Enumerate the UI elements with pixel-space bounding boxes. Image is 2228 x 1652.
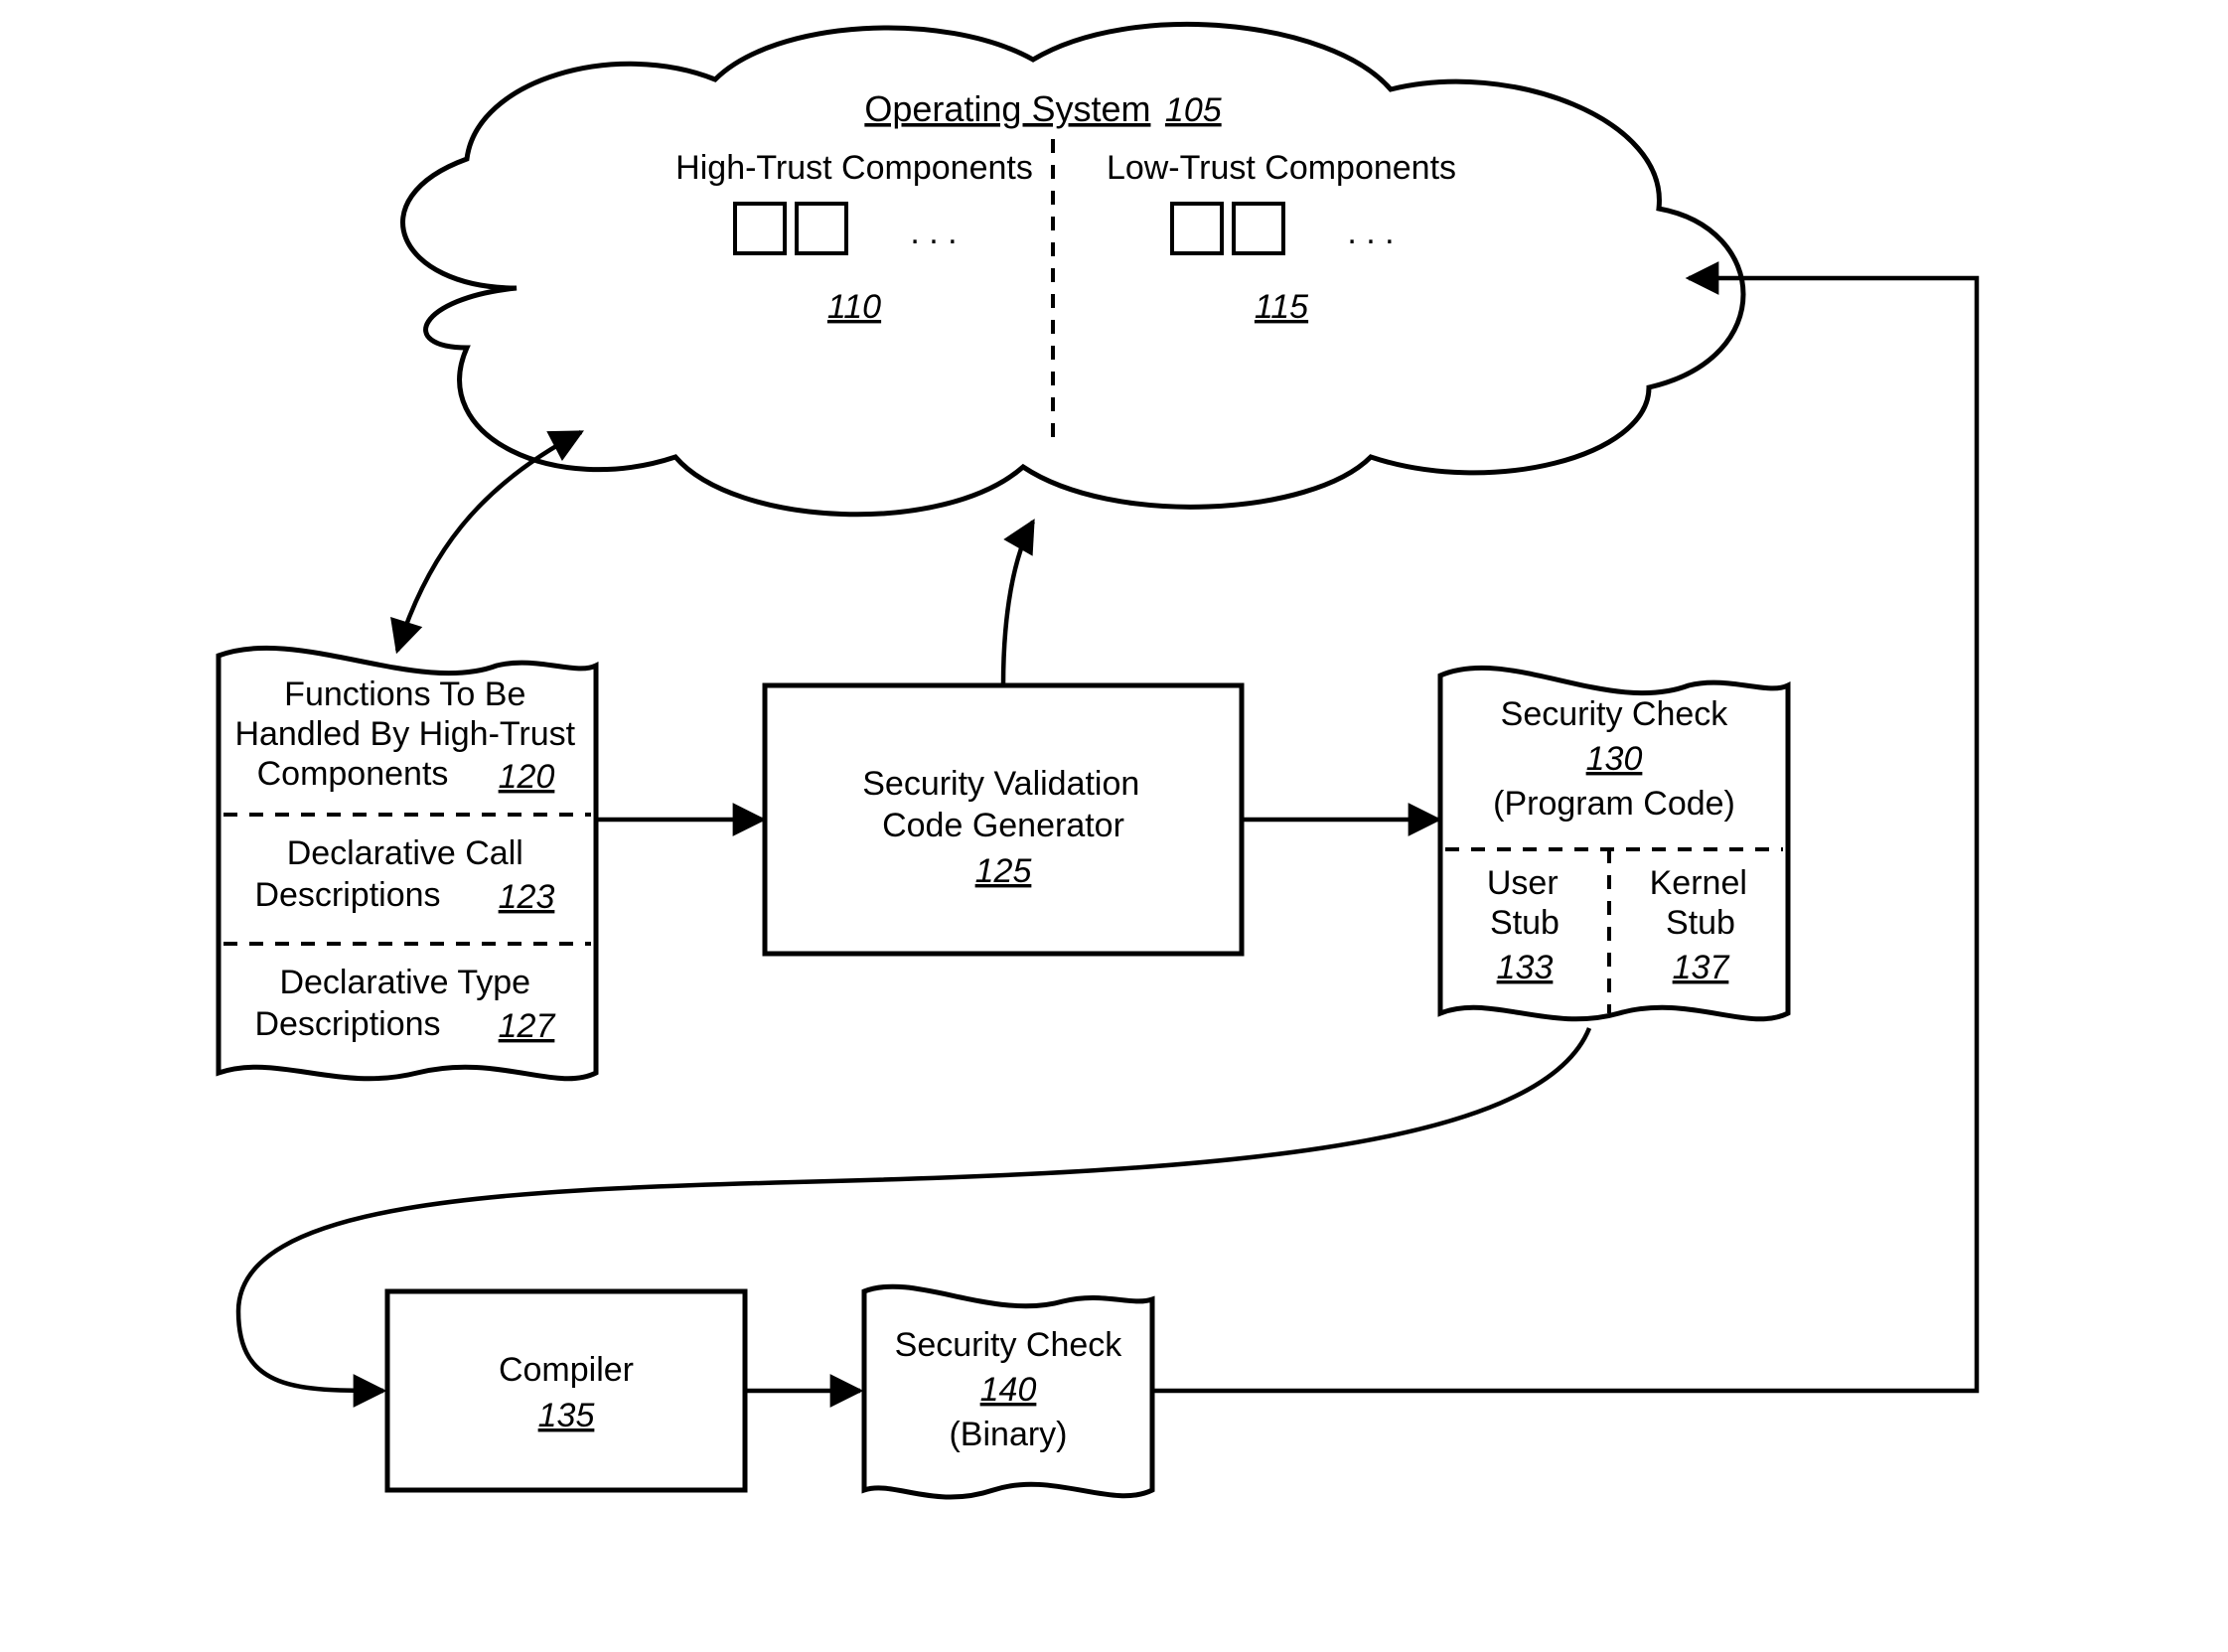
- arrow-generator-to-cloud: [1003, 522, 1033, 685]
- cloud-operating-system: Operating System 105 High-Trust Componen…: [403, 24, 1743, 514]
- svg-text:Compiler: Compiler: [499, 1351, 634, 1389]
- generator-num: 125: [975, 852, 1032, 890]
- cloud-title: Operating System 105: [864, 88, 1221, 129]
- binary-l2: (Binary): [949, 1416, 1067, 1453]
- box-compiler: Compiler 135: [387, 1291, 745, 1490]
- doc-output-top-l2: (Program Code): [1493, 785, 1735, 823]
- doc-output-top-num: 130: [1586, 740, 1643, 778]
- svg-text:. . .: . . .: [910, 214, 957, 251]
- doc-input: Functions To Be Handled By High-Trust Co…: [219, 648, 596, 1078]
- doc-output-left-num: 133: [1497, 949, 1554, 986]
- doc-input-sec3-num: 127: [499, 1007, 556, 1045]
- box-generator: Security Validation Code Generator 125: [765, 685, 1242, 954]
- doc-input-sec1-num: 120: [499, 758, 555, 796]
- doc-output-top: Security Check: [1501, 695, 1729, 733]
- binary-l1: Security Check: [895, 1326, 1123, 1364]
- diagram-canvas: Operating System 105 High-Trust Componen…: [0, 0, 2228, 1652]
- high-trust-num: 110: [827, 288, 881, 326]
- doc-binary: Security Check 140 (Binary): [864, 1286, 1152, 1497]
- doc-output-right-num: 137: [1673, 949, 1730, 986]
- binary-num: 140: [980, 1371, 1037, 1409]
- compiler-num: 135: [538, 1397, 595, 1434]
- low-trust-heading: Low-Trust Components: [1107, 149, 1456, 187]
- doc-input-sec2-num: 123: [499, 878, 555, 916]
- high-trust-heading: High-Trust Components: [675, 149, 1033, 187]
- low-trust-num: 115: [1255, 288, 1308, 326]
- svg-text:. . .: . . .: [1347, 214, 1394, 251]
- doc-output: Security Check 130 (Program Code) User S…: [1440, 668, 1788, 1018]
